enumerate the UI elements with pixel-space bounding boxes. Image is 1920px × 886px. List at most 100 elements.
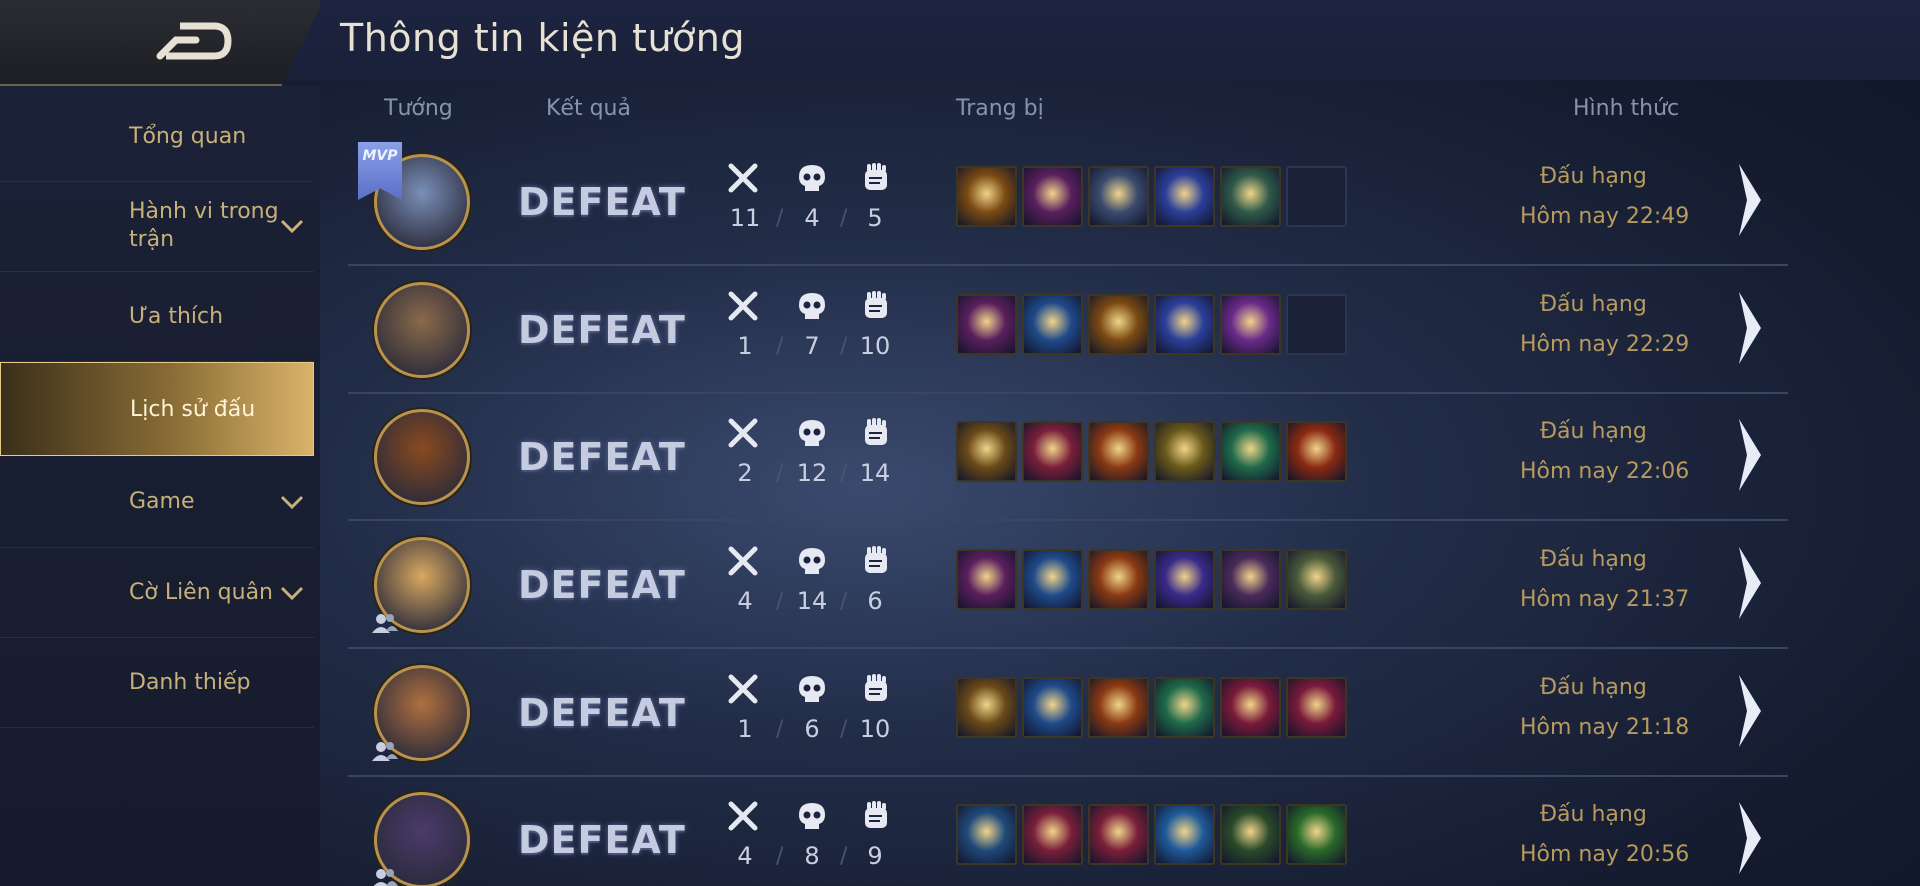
party-icon xyxy=(372,614,398,633)
item-icon[interactable] xyxy=(1220,166,1281,227)
item-icon[interactable] xyxy=(1154,677,1215,738)
sidebar-item-label: Hành vi trong trận xyxy=(129,199,279,252)
item-slots xyxy=(956,421,1347,482)
kda-separator: / xyxy=(840,589,848,614)
item-icon[interactable] xyxy=(1088,804,1149,865)
hero-avatar-wrap xyxy=(374,409,470,505)
swords-kills-icon xyxy=(728,674,758,704)
column-header-result: Kết quả xyxy=(546,96,631,121)
sidebar-item-4[interactable]: Game xyxy=(0,456,314,548)
item-icon[interactable] xyxy=(956,549,1017,610)
kda-deaths: 6 xyxy=(804,715,820,743)
match-mode: Đấu hạng xyxy=(1540,675,1647,700)
item-icon[interactable] xyxy=(1286,804,1347,865)
sidebar-item-label: Tổng quan xyxy=(129,124,247,149)
hero-avatar-wrap xyxy=(374,282,470,378)
item-icon[interactable] xyxy=(1286,549,1347,610)
item-icon[interactable] xyxy=(1022,677,1083,738)
sidebar-item-3[interactable]: Lịch sử đấu xyxy=(0,362,314,456)
fist-assists-icon xyxy=(865,801,887,828)
item-icon[interactable] xyxy=(1220,421,1281,482)
match-result: DEFEAT xyxy=(518,818,686,862)
chevron-right-icon[interactable] xyxy=(1735,417,1765,493)
match-row[interactable]: DEFEAT 1 6 10 / / Đấu hạng Hôm nay 21:18 xyxy=(348,653,1788,781)
chevron-right-icon[interactable] xyxy=(1735,290,1765,366)
item-icon[interactable] xyxy=(956,294,1017,355)
kda-separator: / xyxy=(776,461,784,486)
match-mode: Đấu hạng xyxy=(1540,292,1647,317)
item-icon[interactable] xyxy=(956,804,1017,865)
item-icon[interactable] xyxy=(1154,166,1215,227)
item-icon[interactable] xyxy=(1022,421,1083,482)
page-title: Thông tin kiện tướng xyxy=(340,16,745,60)
chevron-right-icon[interactable] xyxy=(1735,162,1765,238)
item-icon[interactable] xyxy=(956,421,1017,482)
chevron-down-icon xyxy=(280,586,304,601)
swords-kills-icon xyxy=(728,163,758,193)
skull-deaths-icon xyxy=(799,420,825,446)
kda-deaths: 12 xyxy=(796,459,828,487)
chevron-right-icon[interactable] xyxy=(1735,673,1765,749)
match-row[interactable]: DEFEAT 2 12 14 / / Đấu hạng Hôm nay 22:06 xyxy=(348,397,1788,525)
item-icon[interactable] xyxy=(1154,549,1215,610)
item-icon[interactable] xyxy=(1022,294,1083,355)
sidebar-item-0[interactable]: Tổng quan xyxy=(0,92,314,182)
match-result: DEFEAT xyxy=(518,180,686,224)
sidebar-item-label: Lịch sử đấu xyxy=(130,397,256,422)
item-icon[interactable] xyxy=(1022,166,1083,227)
match-row[interactable]: DEFEAT 4 14 6 / / Đấu hạng Hôm nay 21:37 xyxy=(348,525,1788,653)
item-icon[interactable] xyxy=(1088,549,1149,610)
item-icon[interactable] xyxy=(1220,549,1281,610)
match-result: DEFEAT xyxy=(518,308,686,352)
match-mode: Đấu hạng xyxy=(1540,802,1647,827)
chevron-right-icon[interactable] xyxy=(1735,800,1765,876)
item-icon[interactable] xyxy=(1088,421,1149,482)
swords-kills-icon xyxy=(728,291,758,321)
item-icon[interactable] xyxy=(1154,421,1215,482)
item-icon[interactable] xyxy=(1220,804,1281,865)
sidebar-item-label: Game xyxy=(129,489,195,514)
item-icon[interactable] xyxy=(1154,294,1215,355)
item-icon[interactable] xyxy=(1220,677,1281,738)
item-icon[interactable] xyxy=(1154,804,1215,865)
empty-item-slot[interactable] xyxy=(1286,166,1347,227)
item-icon[interactable] xyxy=(1220,294,1281,355)
hero-avatar-wrap: MVP xyxy=(358,142,470,250)
kda-separator: / xyxy=(840,844,848,869)
kda-separator: / xyxy=(776,844,784,869)
match-row[interactable]: MVP DEFEAT 11 4 5 / / Đấu hạng Hôm nay 22:49 xyxy=(348,142,1788,270)
sidebar-item-1[interactable]: Hành vi trong trận xyxy=(0,180,314,272)
item-icon[interactable] xyxy=(1286,421,1347,482)
item-icon[interactable] xyxy=(1022,804,1083,865)
skull-deaths-icon xyxy=(799,548,825,574)
sidebar-item-2[interactable]: Ưa thích xyxy=(0,272,314,362)
kda-separator: / xyxy=(840,717,848,742)
sidebar-item-6[interactable]: Danh thiếp xyxy=(0,638,314,728)
empty-item-slot[interactable] xyxy=(1286,294,1347,355)
item-icon[interactable] xyxy=(1286,677,1347,738)
swords-kills-icon xyxy=(728,546,758,576)
kda-kills: 4 xyxy=(737,842,753,870)
match-row[interactable]: DEFEAT 4 8 9 / / Đấu hạng Hôm nay 20:56 xyxy=(348,780,1788,886)
back-button[interactable] xyxy=(0,0,320,86)
hero-avatar-wrap xyxy=(372,537,470,633)
kda-deaths: 7 xyxy=(804,332,820,360)
hero-portrait-icon xyxy=(374,282,470,378)
sidebar-item-5[interactable]: Cờ Liên quân xyxy=(0,548,314,638)
chevron-right-icon[interactable] xyxy=(1735,545,1765,621)
row-divider xyxy=(348,264,1788,266)
sidebar-item-label: Cờ Liên quân xyxy=(129,580,273,605)
item-icon[interactable] xyxy=(1088,166,1149,227)
item-icon[interactable] xyxy=(1088,294,1149,355)
item-icon[interactable] xyxy=(956,166,1017,227)
item-icon[interactable] xyxy=(1022,549,1083,610)
match-time: Hôm nay 20:56 xyxy=(1520,842,1690,867)
match-time: Hôm nay 22:49 xyxy=(1520,204,1690,229)
item-icon[interactable] xyxy=(956,677,1017,738)
fist-assists-icon xyxy=(865,546,887,573)
column-header-mode: Hình thức xyxy=(1573,96,1680,121)
column-header-items: Trang bị xyxy=(956,96,1044,121)
item-icon[interactable] xyxy=(1088,677,1149,738)
kda-assists: 6 xyxy=(867,587,883,615)
match-row[interactable]: DEFEAT 1 7 10 / / Đấu hạng Hôm nay 22:29 xyxy=(348,270,1788,398)
